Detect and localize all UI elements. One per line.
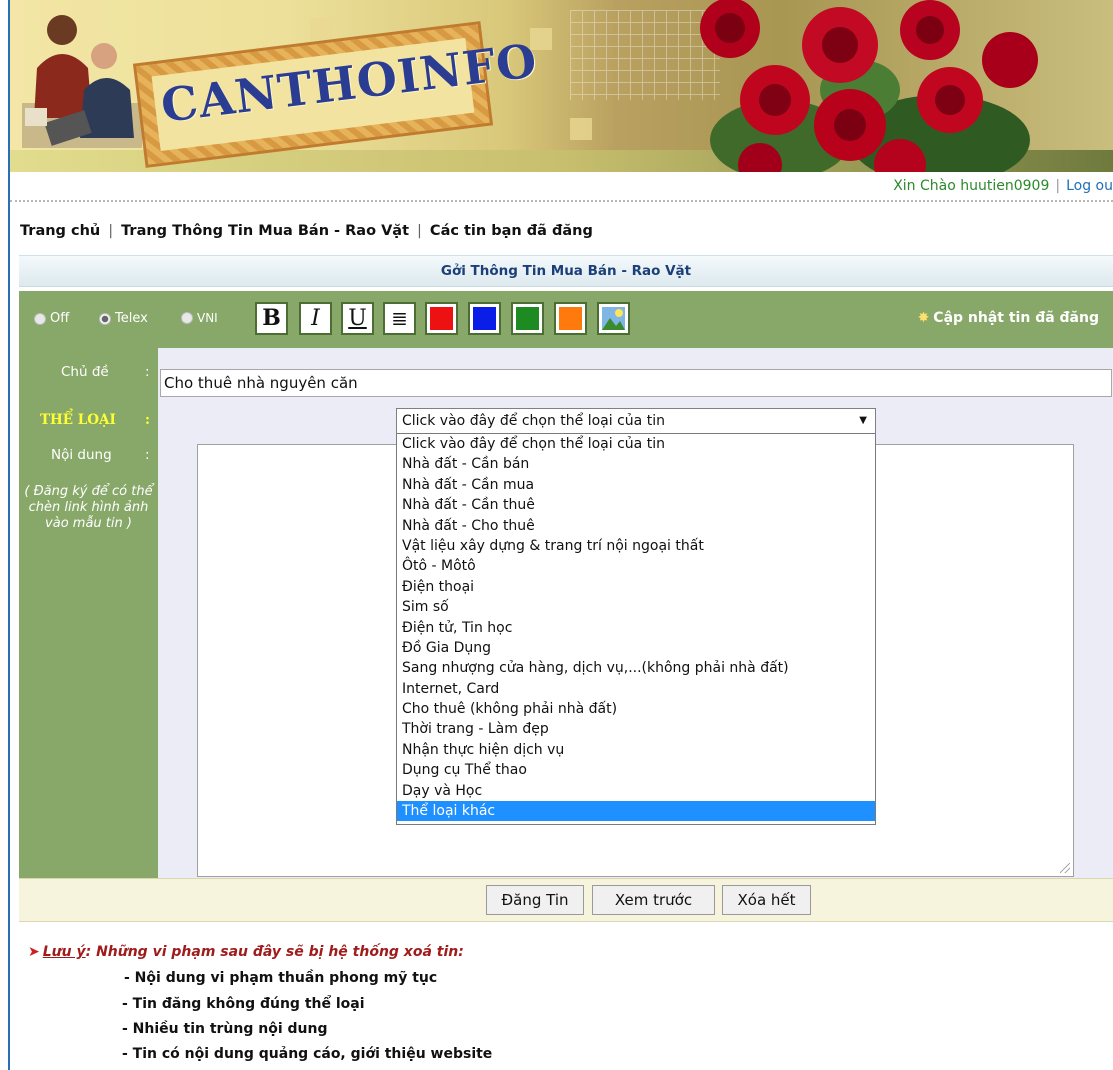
label-colon: : — [145, 447, 150, 463]
subject-input[interactable]: Cho thuê nhà nguyên căn — [160, 369, 1112, 397]
subject-label: Chủ đề — [61, 364, 109, 380]
dropdown-option-highlighted[interactable]: Thể loại khác — [397, 801, 875, 822]
category-dropdown-list: Click vào đây để chọn thể loại của tin N… — [396, 433, 876, 825]
logout-link[interactable]: Log ou — [1066, 178, 1113, 194]
rule-item: - Nội dung vi phạm thuần phong mỹ tục — [124, 970, 438, 986]
dropdown-option[interactable]: Nhà đất - Cần mua — [397, 475, 875, 495]
dropdown-option[interactable]: Nhà đất - Cho thuê — [397, 516, 875, 536]
greeting-text: Xin Chào huutien0909 — [893, 178, 1050, 194]
update-posts-link[interactable]: ✸ Cập nhật tin đã đăng — [918, 310, 1099, 326]
dropdown-option[interactable]: Điện tử, Tin học — [397, 618, 875, 638]
underline-button[interactable]: U — [341, 302, 374, 335]
arrow-right-icon: ➤ — [28, 944, 40, 960]
insert-image-button[interactable] — [597, 302, 630, 335]
color-green-button[interactable] — [511, 302, 544, 335]
mode-telex-radio[interactable]: Telex — [99, 311, 148, 326]
nav-my-posts-link[interactable]: Các tin bạn đã đăng — [430, 223, 593, 239]
dropdown-option[interactable]: Dạy và Học — [397, 781, 875, 801]
site-banner: CANTHOINFO — [10, 0, 1113, 172]
dropdown-option[interactable]: Nhận thực hiện dịch vụ — [397, 740, 875, 760]
dropdown-option[interactable]: Click vào đây để chọn thể loại của tin — [397, 434, 875, 454]
warning-heading: ➤ Lưu ý: Những vi phạm sau đây sẽ bị hệ t… — [28, 944, 464, 960]
register-note: ( Đăng ký để có thể chèn link hình ảnh v… — [24, 484, 153, 531]
dropdown-option[interactable]: Sang nhượng cửa hàng, dịch vụ,...(không … — [397, 658, 875, 678]
rule-item: - Nhiều tin trùng nội dung — [122, 1021, 328, 1037]
form-title: Gởi Thông Tin Mua Bán - Rao Vặt — [19, 255, 1113, 287]
resize-grip-icon[interactable] — [1060, 863, 1070, 873]
radio-unchecked-icon — [181, 312, 193, 324]
dropdown-option[interactable]: Ôtô - Môtô — [397, 556, 875, 576]
banner-people-image — [22, 15, 142, 148]
italic-button[interactable]: I — [299, 302, 332, 335]
rule-item: - Tin đăng không đúng thể loại — [122, 996, 365, 1012]
color-blue-button[interactable] — [468, 302, 501, 335]
nav-home-link[interactable]: Trang chủ — [20, 223, 100, 239]
rule-item: - Tin có nội dung quảng cáo, giới thiệu … — [122, 1046, 493, 1062]
label-colon: : — [145, 412, 150, 428]
radio-checked-icon — [99, 312, 111, 325]
green-swatch — [516, 307, 539, 330]
red-swatch — [430, 307, 453, 330]
clear-button[interactable]: Xóa hết — [722, 885, 811, 915]
bold-button[interactable]: B — [255, 302, 288, 335]
dropdown-option[interactable]: Điện thoại — [397, 577, 875, 597]
editor-toolbar: Off Telex VNI B I U ≣ ✸ Cập nhật tin đã đ… — [19, 291, 1113, 348]
orange-swatch — [559, 307, 582, 330]
mode-vni-radio[interactable]: VNI — [181, 311, 218, 325]
nav-market-link[interactable]: Trang Thông Tin Mua Bán - Rao Vặt — [121, 223, 409, 239]
submit-button[interactable]: Đăng Tin — [486, 885, 584, 915]
dotted-divider — [10, 200, 1113, 202]
greeting-bar: Xin Chào huutien0909 | Log ou — [893, 178, 1113, 194]
label-column: Chủ đề : THỂ LOẠI : Nội dung : ( Đăng ký… — [19, 348, 158, 878]
roses-image — [700, 0, 1038, 172]
blue-swatch — [473, 307, 496, 330]
banner-grid-decoration — [570, 10, 720, 100]
dropdown-option[interactable]: Sim số — [397, 597, 875, 617]
banner-deco-square — [570, 118, 592, 140]
category-label: THỂ LOẠI — [40, 412, 116, 428]
star-icon: ✸ — [917, 310, 930, 326]
dropdown-option[interactable]: Cho thuê (không phải nhà đất) — [397, 699, 875, 719]
banner-deco-square — [310, 18, 332, 40]
dropdown-option[interactable]: Nhà đất - Cần bán — [397, 454, 875, 474]
color-red-button[interactable] — [425, 302, 458, 335]
dropdown-option[interactable]: Vật liệu xây dựng & trang trí nội ngoại … — [397, 536, 875, 556]
category-select[interactable]: Click vào đây để chọn thể loại của tin ▼ — [396, 408, 876, 434]
top-navigation: Trang chủ | Trang Thông Tin Mua Bán - Rao … — [20, 223, 593, 239]
label-colon: : — [145, 364, 150, 380]
color-orange-button[interactable] — [554, 302, 587, 335]
dropdown-arrow-icon: ▼ — [859, 415, 867, 426]
picture-icon — [602, 307, 625, 330]
dropdown-option[interactable]: Thời trang - Làm đẹp — [397, 719, 875, 739]
preview-button[interactable]: Xem trước — [592, 885, 715, 915]
dropdown-option[interactable]: Nhà đất - Cần thuê — [397, 495, 875, 515]
radio-unchecked-icon — [34, 312, 46, 325]
dropdown-option[interactable]: Đồ Gia Dụng — [397, 638, 875, 658]
dropdown-option[interactable]: Dụng cụ Thể thao — [397, 760, 875, 780]
dropdown-option[interactable]: Internet, Card — [397, 679, 875, 699]
align-button[interactable]: ≣ — [383, 302, 416, 335]
category-select-value: Click vào đây để chọn thể loại của tin — [402, 413, 665, 429]
mode-off-radio[interactable]: Off — [34, 311, 69, 326]
content-label: Nội dung — [51, 447, 112, 463]
